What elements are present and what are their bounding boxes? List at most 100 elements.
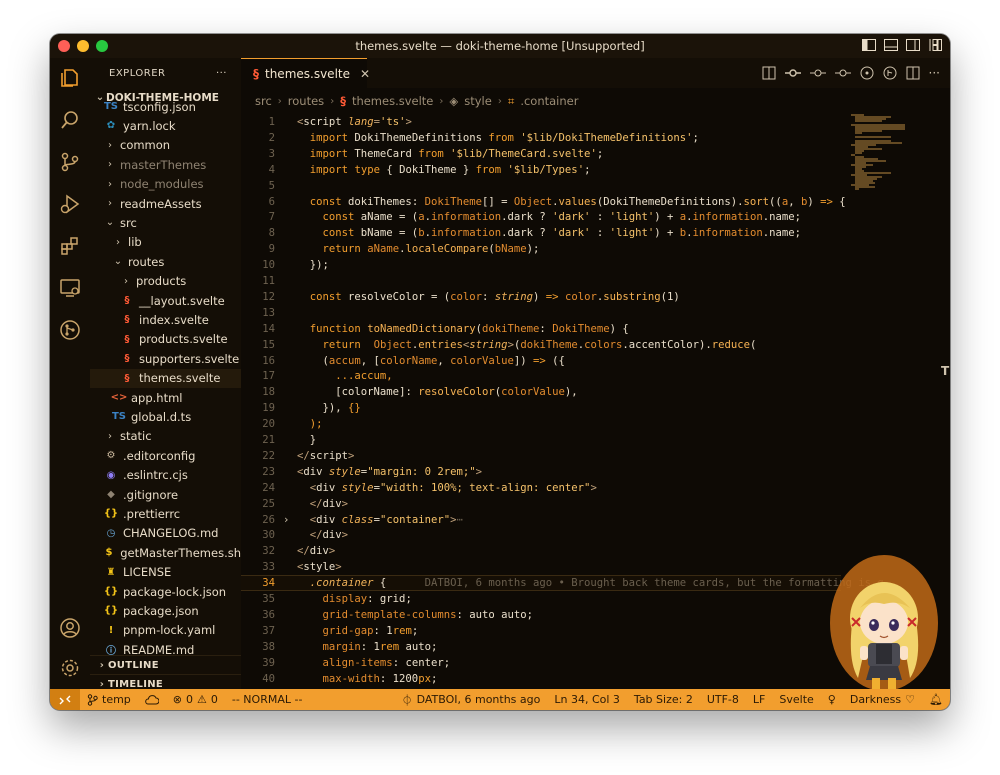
language-mode[interactable]: Svelte: [772, 693, 820, 706]
code-line[interactable]: 21 }: [241, 432, 841, 448]
explorer-more-button[interactable]: ···: [216, 68, 227, 79]
breadcrumb-src[interactable]: src: [255, 94, 272, 108]
tree-file[interactable]: ♜ LICENSE: [90, 563, 241, 582]
split-editor-icon[interactable]: [906, 66, 920, 80]
tree-file[interactable]: {} package-lock.json: [90, 582, 241, 601]
close-tab-button[interactable]: ✕: [360, 67, 370, 81]
tree-file[interactable]: TS tsconfig.json: [90, 97, 241, 116]
code-line[interactable]: 26 › <div class="container">⋯: [241, 512, 841, 528]
minimize-window-button[interactable]: [77, 40, 89, 52]
tree-file[interactable]: {} .prettierrc: [90, 504, 241, 523]
tree-folder[interactable]: › static: [90, 427, 241, 446]
tree-file[interactable]: ◉ .eslintrc.cjs: [90, 466, 241, 485]
tree-file[interactable]: ◆ .gitignore: [90, 485, 241, 504]
code-line[interactable]: 22 </script>: [241, 448, 841, 464]
tree-file[interactable]: ✿ yarn.lock: [90, 116, 241, 135]
code-line[interactable]: 1 <script lang='ts'>: [241, 114, 841, 130]
feedback-icon[interactable]: ♀: [821, 693, 843, 706]
breadcrumb-routes[interactable]: routes: [288, 94, 324, 108]
code-line[interactable]: 3 import ThemeCard from '$lib/ThemeCard.…: [241, 146, 841, 162]
timeline-section[interactable]: › TIMELINE: [90, 674, 241, 689]
code-line[interactable]: 5: [241, 178, 841, 194]
extensions-icon[interactable]: [58, 234, 82, 258]
cursor-position[interactable]: Ln 34, Col 3: [547, 693, 627, 706]
branch-indicator[interactable]: temp: [80, 693, 138, 706]
toggle-panel-icon[interactable]: [884, 39, 898, 51]
code-line[interactable]: 40 max-width: 1200px;: [241, 671, 841, 687]
more-actions-button[interactable]: ···: [929, 66, 940, 80]
code-line[interactable]: 23 <div style="margin: 0 2rem;">: [241, 464, 841, 480]
search-icon[interactable]: [58, 108, 82, 132]
code-line[interactable]: 17 ...accum,: [241, 368, 841, 384]
code-line[interactable]: 32 </div>: [241, 543, 841, 559]
tree-folder[interactable]: ⌄ src: [90, 213, 241, 232]
tree-file[interactable]: § supporters.svelte: [90, 349, 241, 368]
open-changes-icon[interactable]: [860, 66, 874, 80]
code-line[interactable]: 20 );: [241, 416, 841, 432]
tab-size[interactable]: Tab Size: 2: [627, 693, 700, 706]
code-line[interactable]: 33 <style>: [241, 559, 841, 575]
breadcrumb-file[interactable]: themes.svelte: [352, 94, 433, 108]
tree-file[interactable]: § products.svelte: [90, 330, 241, 349]
source-control-icon[interactable]: [58, 150, 82, 174]
gitlens-action-icon[interactable]: [883, 66, 897, 80]
code-line[interactable]: 19 }), {}: [241, 400, 841, 416]
code-line[interactable]: 38 margin: 1rem auto;: [241, 639, 841, 655]
remote-indicator[interactable]: [50, 689, 80, 710]
settings-gear-icon[interactable]: [58, 656, 82, 680]
customize-layout-icon[interactable]: [928, 39, 942, 51]
code-line[interactable]: 8 const bName = (b.information.dark ? 'd…: [241, 225, 841, 241]
code-line[interactable]: 25 </div>: [241, 496, 841, 512]
code-line[interactable]: 15 return Object.entries<string>(dokiThe…: [241, 337, 841, 353]
tree-file[interactable]: ◷ CHANGELOG.md: [90, 524, 241, 543]
git-compare-icon[interactable]: [784, 66, 801, 80]
tree-file[interactable]: ! pnpm-lock.yaml: [90, 621, 241, 640]
encoding[interactable]: UTF-8: [700, 693, 746, 706]
tree-file[interactable]: <> app.html: [90, 388, 241, 407]
theme-indicator[interactable]: Darkness ♡: [843, 693, 922, 706]
code-line[interactable]: 10 });: [241, 257, 841, 273]
explorer-icon[interactable]: [58, 66, 82, 90]
line-ending[interactable]: LF: [746, 693, 772, 706]
code-line[interactable]: 12 const resolveColor = (color: string) …: [241, 289, 841, 305]
code-line[interactable]: 39 align-items: center;: [241, 655, 841, 671]
sync-button[interactable]: [138, 694, 166, 706]
gitlens-icon[interactable]: [58, 318, 82, 342]
code-line[interactable]: 36 grid-template-columns: auto auto;: [241, 607, 841, 623]
tree-folder[interactable]: › products: [90, 272, 241, 291]
tree-folder[interactable]: › lib: [90, 233, 241, 252]
code-line[interactable]: 35 display: grid;: [241, 591, 841, 607]
tree-folder[interactable]: › masterThemes: [90, 155, 241, 174]
remote-explorer-icon[interactable]: [58, 276, 82, 300]
code-line[interactable]: 4 import type { DokiTheme } from '$lib/T…: [241, 162, 841, 178]
tree-folder[interactable]: ⌄ routes: [90, 252, 241, 271]
notifications-bell-icon[interactable]: 🔔︎: [922, 693, 950, 706]
tree-file[interactable]: § __layout.svelte: [90, 291, 241, 310]
tree-file[interactable]: {} package.json: [90, 601, 241, 620]
code-line[interactable]: 16 (accum, [colorName, colorValue]) => (…: [241, 353, 841, 369]
code-line[interactable]: 13: [241, 305, 841, 321]
accounts-icon[interactable]: [58, 616, 82, 640]
run-debug-icon[interactable]: [58, 192, 82, 216]
code-line[interactable]: 6 const dokiThemes: DokiTheme[] = Object…: [241, 194, 846, 210]
tab-themes-svelte[interactable]: § themes.svelte ✕: [241, 58, 370, 88]
minimap[interactable]: [851, 114, 941, 194]
close-window-button[interactable]: [58, 40, 70, 52]
code-line[interactable]: 30 </div>: [241, 527, 841, 543]
code-line[interactable]: 11: [241, 273, 841, 289]
open-preview-icon[interactable]: [762, 66, 776, 80]
outline-section[interactable]: › OUTLINE: [90, 655, 241, 674]
maximize-window-button[interactable]: [96, 40, 108, 52]
tree-folder[interactable]: › common: [90, 136, 241, 155]
code-line[interactable]: 7 const aName = (a.information.dark ? 'd…: [241, 209, 841, 225]
tree-file[interactable]: $ getMasterThemes.sh: [90, 543, 241, 562]
code-line[interactable]: 37 grid-gap: 1rem;: [241, 623, 841, 639]
code-line[interactable]: 34 .container { DATBOI, 6 months ago • B…: [241, 575, 890, 592]
code-line[interactable]: 2 import DokiThemeDefinitions from '$lib…: [241, 130, 841, 146]
code-line[interactable]: 24 <div style="width: 100%; text-align: …: [241, 480, 841, 496]
code-line[interactable]: 14 function toNamedDictionary(dokiTheme:…: [241, 321, 841, 337]
toggle-sidebar-icon[interactable]: [862, 39, 876, 51]
breadcrumb-container[interactable]: .container: [520, 94, 578, 108]
next-change-icon[interactable]: [834, 66, 851, 80]
tree-folder[interactable]: › node_modules: [90, 175, 241, 194]
